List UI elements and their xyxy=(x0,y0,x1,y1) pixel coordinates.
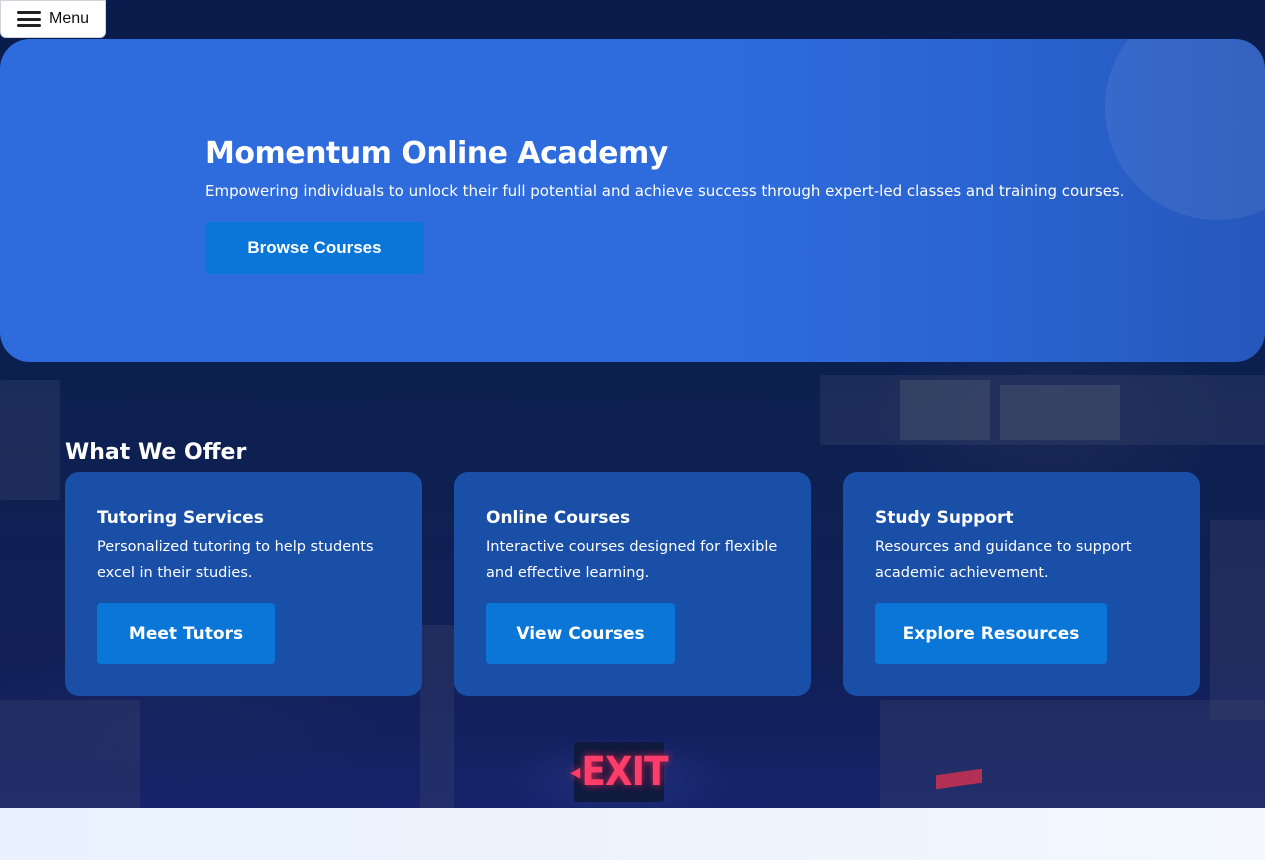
menu-label: Menu xyxy=(49,10,90,27)
view-courses-button[interactable]: View Courses xyxy=(486,603,675,664)
card-title: Study Support xyxy=(875,508,1014,528)
bookshelf xyxy=(1210,520,1265,720)
bookshelf xyxy=(0,700,140,808)
offer-card-courses: Online Courses Interactive courses desig… xyxy=(454,472,811,696)
explore-resources-button[interactable]: Explore Resources xyxy=(875,603,1107,664)
card-description: Interactive courses designed for flexibl… xyxy=(486,539,778,581)
card-description: Resources and guidance to support academ… xyxy=(875,539,1132,581)
menu-button[interactable]: Menu xyxy=(0,0,106,38)
hero-title: Momentum Online Academy xyxy=(205,136,668,171)
meet-tutors-button[interactable]: Meet Tutors xyxy=(97,603,275,664)
browse-courses-button[interactable]: Browse Courses xyxy=(205,222,424,274)
arrow-left-icon: ◂ xyxy=(570,759,580,785)
bookshelf xyxy=(0,380,60,500)
book xyxy=(1000,385,1120,440)
book xyxy=(900,380,990,440)
offer-card-tutoring: Tutoring Services Personalized tutoring … xyxy=(65,472,422,696)
offer-card-support: Study Support Resources and guidance to … xyxy=(843,472,1200,696)
bookshelf xyxy=(880,700,1265,808)
hero-banner: Momentum Online Academy Empowering indiv… xyxy=(0,39,1265,362)
section-title: What We Offer xyxy=(65,440,247,465)
bookshelf xyxy=(420,625,454,808)
exit-sign: ◂ EXIT xyxy=(570,742,669,802)
hero-subtitle: Empowering individuals to unlock their f… xyxy=(205,182,1125,200)
exit-sign-text: EXIT xyxy=(581,749,668,795)
decorative-circle xyxy=(1105,39,1265,220)
card-title: Online Courses xyxy=(486,508,631,528)
hamburger-icon xyxy=(17,11,41,27)
next-section xyxy=(0,808,1265,860)
card-title: Tutoring Services xyxy=(97,508,264,528)
card-description: Personalized tutoring to help students e… xyxy=(97,539,374,581)
